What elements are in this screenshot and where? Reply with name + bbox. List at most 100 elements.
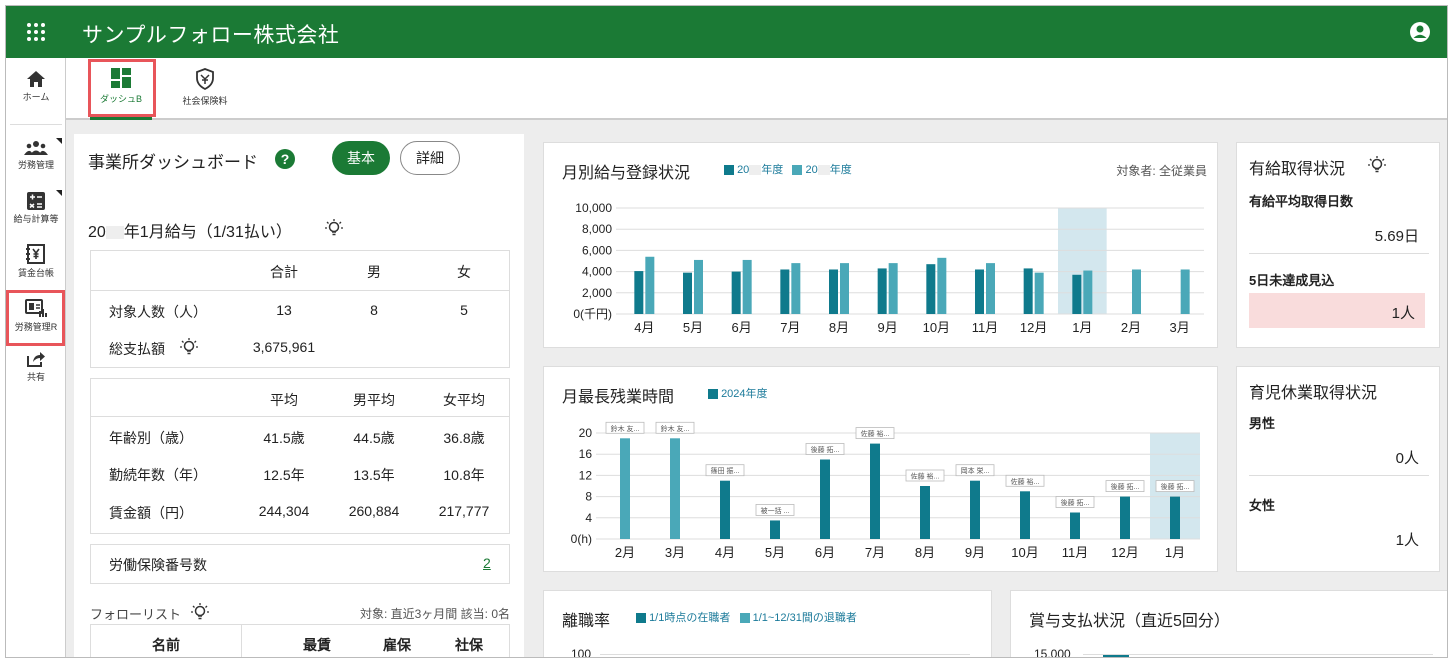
cell-value: 12.5年 bbox=[263, 467, 305, 483]
header-total: 合計 bbox=[270, 264, 298, 280]
x-tick-label: 10月 bbox=[923, 320, 950, 335]
bar-label: 後藤 拓... bbox=[1061, 498, 1090, 507]
childcare-leave-card: 育児休業取得状況 男性 0人 女性 1人 bbox=[1236, 366, 1440, 572]
bar bbox=[1180, 269, 1190, 314]
nav-ledger-label: 賃金台帳 bbox=[17, 268, 54, 278]
dashboard-title: 事業所ダッシュボード bbox=[88, 153, 258, 172]
turnover-card: 離職率 1/1時点の在職者 1/1~12/31間の退職者 100 bbox=[543, 590, 992, 657]
bar bbox=[975, 269, 984, 314]
summary-row-total-pay: 総支払額 3,675,961 bbox=[91, 339, 509, 359]
legend-swatch bbox=[636, 613, 646, 624]
paid-leave-avg-value: 5.69日 bbox=[1374, 228, 1419, 245]
bar-label: 後藤 拓... bbox=[1161, 482, 1190, 491]
paid-leave-title: 有給取得状況 bbox=[1249, 161, 1346, 178]
y-tick-label: 10,000 bbox=[575, 201, 612, 215]
legend-swatch bbox=[739, 613, 750, 624]
tab-social-insurance[interactable]: 社会保険料 bbox=[170, 58, 240, 118]
nav-labor[interactable]: 労務管理 bbox=[6, 140, 66, 171]
y-tick-label: 2,000 bbox=[582, 286, 612, 300]
payroll-title-year: 20 bbox=[88, 224, 106, 241]
cell-value: 3,675,961 bbox=[252, 339, 316, 355]
column-divider bbox=[241, 625, 242, 657]
bar bbox=[970, 480, 980, 539]
row-label: 総支払額 bbox=[109, 341, 165, 357]
app-window: サンプルフォロー株式会社 ホーム 労務管理 給与計算等 賃金台帳 労務管理R 共… bbox=[5, 5, 1448, 658]
x-tick-label: 4月 bbox=[634, 320, 654, 335]
account-icon[interactable] bbox=[1409, 21, 1431, 48]
nav-share-label: 共有 bbox=[26, 372, 45, 382]
lightbulb-icon[interactable] bbox=[324, 218, 344, 238]
x-tick-label: 2月 bbox=[615, 545, 635, 560]
cell-value: 260,884 bbox=[348, 503, 400, 519]
bar-label: 篠田 振... bbox=[711, 466, 740, 475]
row-label: 対象人数（人） bbox=[109, 304, 207, 320]
header-name: 名前 bbox=[152, 637, 180, 653]
row-label: 年齢別（歳） bbox=[109, 430, 193, 446]
divider bbox=[1249, 253, 1429, 254]
group-icon bbox=[24, 141, 48, 155]
nav-ledger[interactable]: 賃金台帳 bbox=[6, 244, 66, 279]
insurance-number-box: 労働保険番号数 2 bbox=[90, 544, 510, 584]
bar bbox=[683, 272, 692, 314]
header-male-average: 男平均 bbox=[353, 392, 395, 408]
bar bbox=[1132, 269, 1141, 314]
bar-label: 後藤 拓... bbox=[1111, 482, 1140, 491]
lightbulb-icon[interactable] bbox=[1367, 155, 1387, 175]
x-tick-label: 4月 bbox=[715, 545, 735, 560]
bar bbox=[920, 486, 930, 539]
submenu-indicator-icon bbox=[56, 138, 62, 144]
follow-list-meta: 対象: 直近3ヶ月間 該当: 0名 bbox=[359, 607, 510, 621]
bar bbox=[731, 271, 741, 314]
bar bbox=[1023, 268, 1033, 314]
insurance-count-link[interactable]: 2 bbox=[483, 555, 491, 571]
x-tick-label: 3月 bbox=[665, 545, 685, 560]
insurance-number-row: 労働保険番号数 2 bbox=[91, 555, 509, 575]
overtime-bar-chart: 20 16 12 8 4 0(h) 2月 3月 4月 5月 6月 7月 8月 9月 10月 11月 12月 1月 鈴… bbox=[571, 421, 1200, 560]
y-tick-label: 8,000 bbox=[582, 222, 612, 236]
bar-label: 佐藤 裕... bbox=[911, 472, 940, 481]
app-grid-icon[interactable] bbox=[6, 6, 66, 58]
paid-leave-avg-label: 有給平均取得日数 bbox=[1249, 194, 1354, 209]
lightbulb-icon[interactable] bbox=[190, 602, 210, 622]
basic-button[interactable]: 基本 bbox=[332, 141, 390, 175]
bar bbox=[1034, 272, 1044, 314]
header-average: 平均 bbox=[270, 392, 298, 408]
childcare-male-label: 男性 bbox=[1249, 416, 1276, 431]
follow-list-table: 名前 最賃 雇保 社保 bbox=[90, 624, 510, 657]
divider bbox=[91, 416, 509, 417]
y-tick-label: 0(h) bbox=[571, 532, 592, 546]
bar-label: 被一括 ... bbox=[761, 506, 790, 515]
nav-home[interactable]: ホーム bbox=[6, 70, 66, 103]
childcare-female-value: 1人 bbox=[1395, 532, 1419, 549]
averages-row-tenure: 勤続年数（年） 12.5年 13.5年 10.8年 bbox=[91, 465, 509, 485]
cell-value: 13 bbox=[276, 302, 292, 318]
y-tick-label: 4 bbox=[585, 511, 592, 525]
turnover-legend: 1/1時点の在職者 1/1~12/31間の退職者 bbox=[636, 609, 857, 625]
y-tick-label: 12 bbox=[579, 468, 593, 482]
y-tick-label: 16 bbox=[579, 447, 593, 461]
highlight-frame bbox=[88, 59, 156, 117]
y-tick-label: 4,000 bbox=[582, 265, 612, 279]
nav-payroll[interactable]: 給与計算等 bbox=[6, 192, 66, 225]
bar bbox=[645, 256, 655, 314]
detail-button[interactable]: 詳細 bbox=[400, 141, 460, 175]
divider bbox=[91, 290, 509, 291]
lightbulb-icon[interactable] bbox=[179, 337, 199, 357]
x-tick-label: 7月 bbox=[780, 320, 800, 335]
bar bbox=[829, 269, 838, 314]
nav-labor-label: 労務管理 bbox=[17, 160, 54, 170]
help-icon[interactable]: ? bbox=[275, 149, 295, 169]
x-tick-label: 6月 bbox=[815, 545, 835, 560]
x-tick-label: 6月 bbox=[732, 320, 752, 335]
follow-list-title: フォローリスト bbox=[90, 607, 182, 622]
salary-bar-chart: 10,000 8,000 6,000 4,000 2,000 0(千円) 4月 5月 6月 7月 8… bbox=[573, 201, 1204, 335]
bonus-bar bbox=[1103, 655, 1129, 657]
bar bbox=[1072, 274, 1082, 314]
x-tick-label: 8月 bbox=[915, 545, 935, 560]
payroll-section: 20 年1月給与（1/31払い） 合計 男 女 対象人数（人） 13 8 5 総支… bbox=[74, 198, 524, 657]
overtime-chart-card: 月最長残業時間 2024年度 20 16 12 8 4 0(h) 2月 3月 4月 5月 6月 7月 8… bbox=[543, 366, 1218, 572]
nav-share[interactable]: 共有 bbox=[6, 350, 66, 383]
bonus-card: 賞与支払状況（直近5回分） 15,000 bbox=[1010, 590, 1447, 657]
row-label: 賃金額（円） bbox=[109, 505, 193, 521]
y-tick-label: 8 bbox=[585, 490, 592, 504]
